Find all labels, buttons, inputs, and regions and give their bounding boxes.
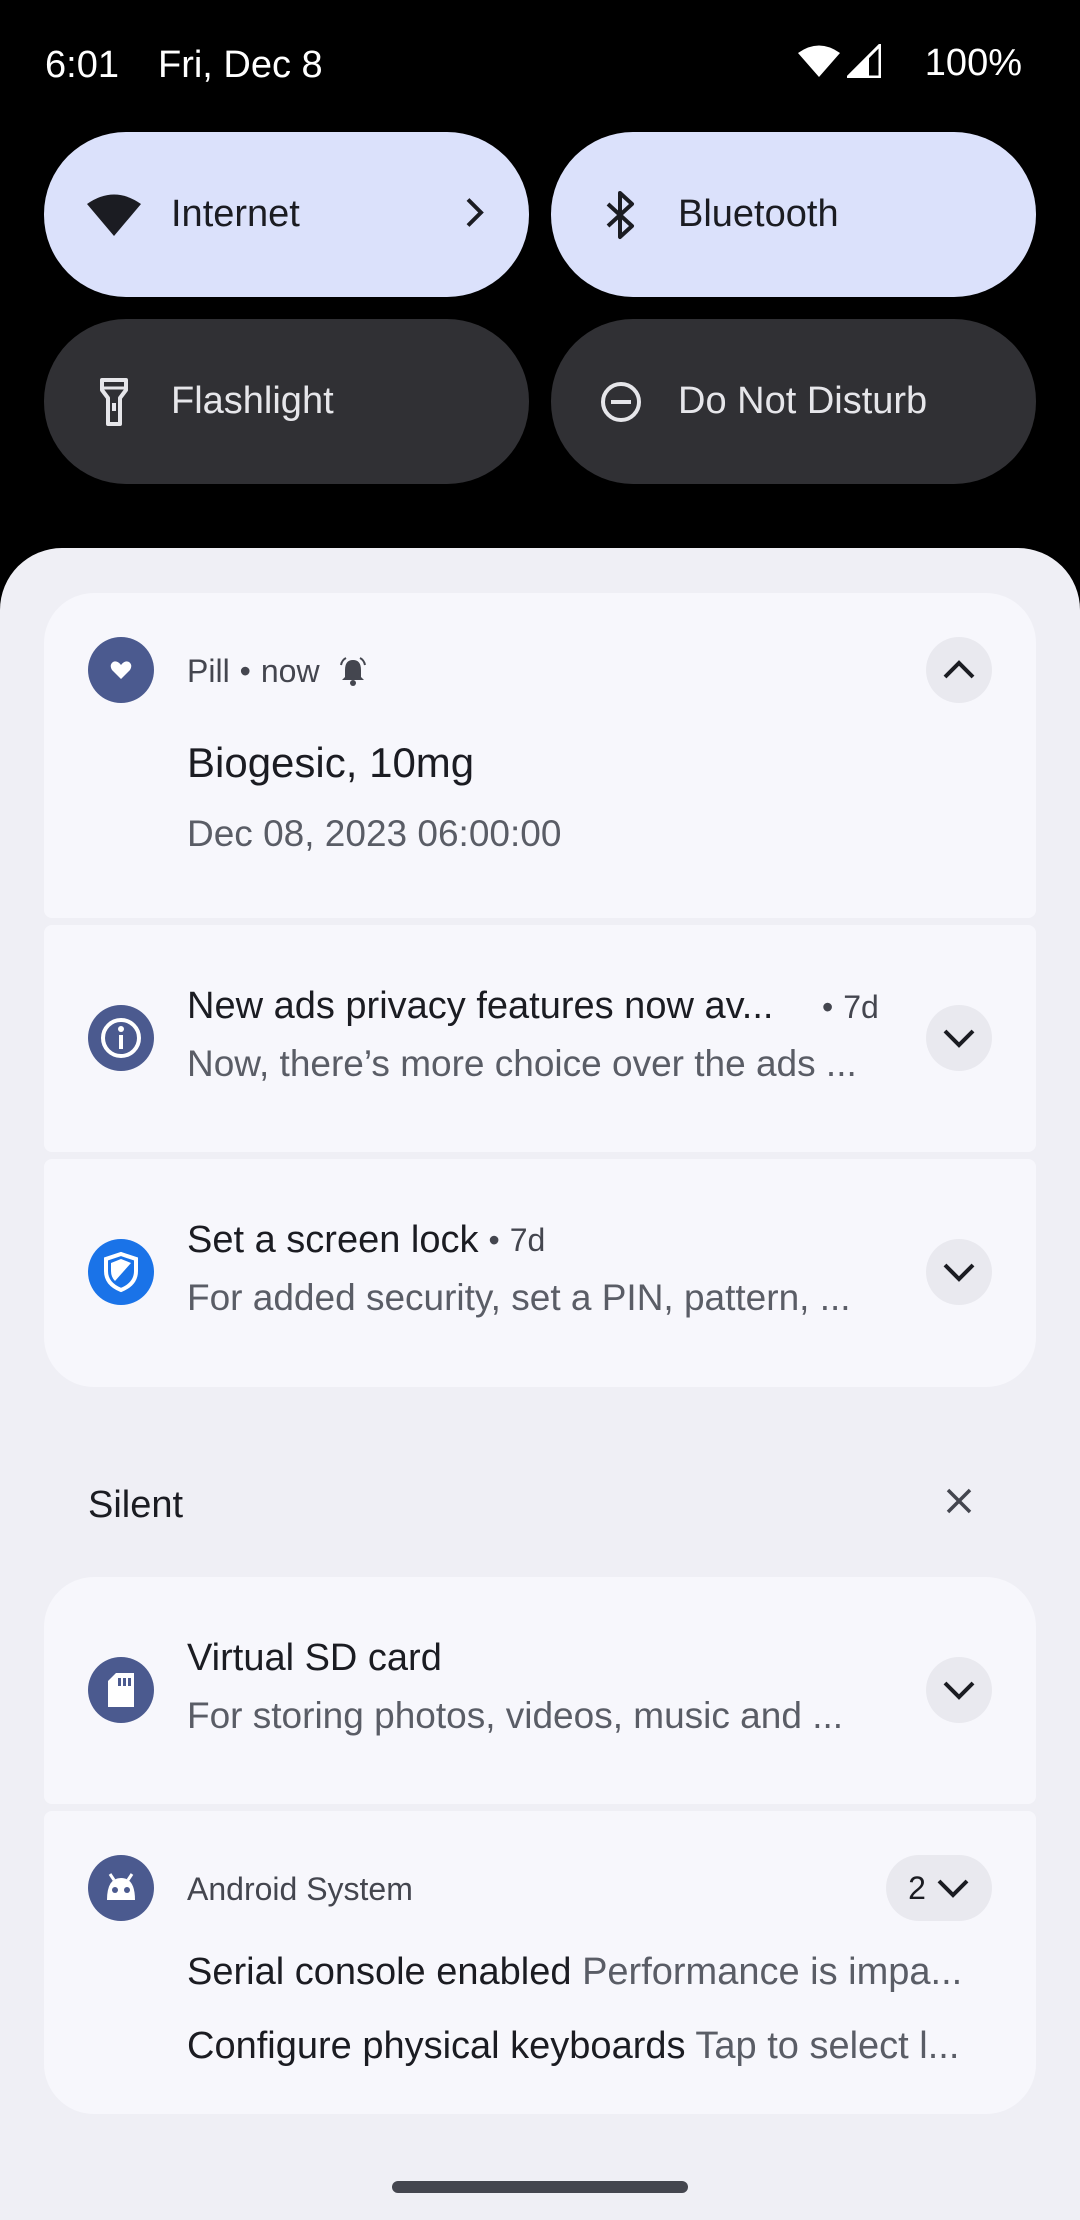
status-date: Fri, Dec 8 <box>158 44 323 86</box>
info-icon <box>88 1005 154 1071</box>
group-count: 2 <box>908 1869 926 1906</box>
collapse-button[interactable] <box>926 637 992 703</box>
chevron-right-icon <box>463 195 487 234</box>
tile-internet[interactable]: Internet <box>44 132 529 297</box>
sd-card-icon <box>88 1657 154 1723</box>
close-icon <box>938 1480 980 1522</box>
notification-time: now <box>260 653 320 689</box>
notification-body: For storing photos, videos, music and ..… <box>187 1695 844 1736</box>
expand-button[interactable] <box>926 1239 992 1305</box>
app-name: Pill <box>187 653 230 689</box>
notification-time: 7d <box>509 1222 546 1258</box>
chevron-up-icon <box>942 659 976 681</box>
app-name: Android System <box>187 1871 413 1907</box>
notification-header: Pill • now <box>187 653 368 690</box>
tile-do-not-disturb[interactable]: Do Not Disturb <box>551 319 1036 484</box>
tile-flashlight[interactable]: Flashlight <box>44 319 529 484</box>
notification-title: Biogesic, 10mg <box>187 739 475 786</box>
bluetooth-icon <box>593 187 649 243</box>
android-icon <box>88 1855 154 1921</box>
status-icons: 100% <box>797 41 1022 85</box>
notification-title-row: Set a screen lock • 7d <box>187 1219 546 1261</box>
child-body: Tap to select l... <box>695 2025 960 2067</box>
chevron-down-icon <box>942 1261 976 1283</box>
battery-level: 100% <box>924 42 1022 84</box>
tile-internet-label: Internet <box>171 193 300 235</box>
child-body: Performance is impa... <box>582 1951 963 1993</box>
flashlight-icon <box>86 374 142 430</box>
tile-dnd-label: Do Not Disturb <box>678 380 928 422</box>
notification-time-group: • 7d <box>822 989 879 1025</box>
group-count-button[interactable]: 2 <box>886 1855 992 1921</box>
child-notification-serial-console[interactable]: Serial console enabled Performance is im… <box>187 1951 1017 1994</box>
dnd-icon <box>593 374 649 430</box>
wifi-icon <box>86 187 142 243</box>
navigation-handle[interactable] <box>392 2181 688 2193</box>
child-notification-keyboards[interactable]: Configure physical keyboards Tap to sele… <box>187 2025 1017 2068</box>
chevron-down-icon <box>942 1027 976 1049</box>
chevron-down-icon <box>936 1877 970 1899</box>
expand-button[interactable] <box>926 1005 992 1071</box>
notification-screen-lock[interactable]: Set a screen lock • 7d For added securit… <box>44 1159 1036 1387</box>
notification-body: For added security, set a PIN, pattern, … <box>187 1277 851 1318</box>
tile-bluetooth[interactable]: Bluetooth <box>551 132 1036 297</box>
notification-android-system[interactable]: Android System 2 Serial console enabled … <box>44 1811 1036 2114</box>
notification-body: Now, there’s more choice over the ads ..… <box>187 1043 857 1084</box>
notification-body: Dec 08, 2023 06:00:00 <box>187 813 562 854</box>
notification-pill[interactable]: Pill • now Biogesic, 10mg Dec 08, 2023 0… <box>44 593 1036 918</box>
shield-icon <box>88 1239 154 1305</box>
child-title: Configure physical keyboards <box>187 2025 686 2067</box>
notification-ads-privacy[interactable]: New ads privacy features now av... • 7d … <box>44 925 1036 1152</box>
status-bar: 6:01 Fri, Dec 8 100% <box>0 0 1080 130</box>
cell-signal-icon <box>844 41 882 83</box>
tile-bluetooth-label: Bluetooth <box>678 193 839 235</box>
notification-time: 7d <box>843 989 879 1025</box>
tile-flashlight-label: Flashlight <box>171 380 334 422</box>
expand-button[interactable] <box>926 1657 992 1723</box>
silent-section-label: Silent <box>88 1484 184 1526</box>
alarm-bell-icon <box>338 656 368 687</box>
notification-title: Virtual SD card <box>187 1637 442 1679</box>
heart-icon <box>88 637 154 703</box>
clear-silent-button[interactable] <box>938 1480 980 1522</box>
notification-title: Set a screen lock <box>187 1219 479 1261</box>
status-time: 6:01 <box>45 44 119 86</box>
chevron-down-icon <box>942 1679 976 1701</box>
notification-title: New ads privacy features now av... <box>187 985 774 1027</box>
child-title: Serial console enabled <box>187 1951 572 1993</box>
notification-virtual-sd-card[interactable]: Virtual SD card For storing photos, vide… <box>44 1577 1036 1804</box>
wifi-icon <box>797 44 841 83</box>
